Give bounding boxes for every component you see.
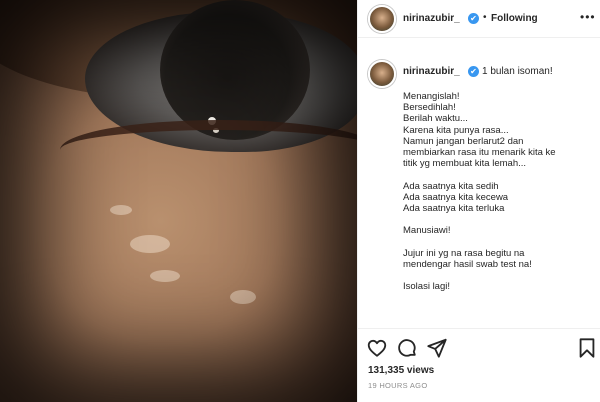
verified-badge-icon: ✔ [468, 66, 479, 77]
verified-badge-icon: ✔ [468, 13, 479, 24]
post-actions: 131,335 views 19 HOURS AGO [358, 328, 600, 402]
heart-icon[interactable] [366, 337, 388, 359]
bookmark-icon[interactable] [576, 337, 598, 359]
share-icon[interactable] [426, 337, 448, 359]
more-options-icon[interactable]: ••• [580, 10, 596, 24]
caption-line [403, 237, 595, 248]
post-side-panel: nirinazubir_ ✔ • Following ••• nirinazub… [357, 0, 600, 402]
comment-icon[interactable] [396, 337, 418, 359]
following-button[interactable]: Following [491, 13, 538, 24]
caption-line: Karena kita punya rasa... [403, 124, 509, 136]
caption-author-username[interactable]: nirinazubir_ [403, 66, 460, 77]
caption-first-line: 1 bulan isoman! [482, 66, 553, 77]
caption-comment: nirinazubir_ ✔ 1 bulan isoman! Menangisl… [358, 38, 600, 328]
photo-vignette [0, 0, 357, 402]
caption-author-avatar[interactable] [368, 60, 396, 88]
caption-line: Ada saatnya kita kecewa [403, 191, 509, 203]
caption-line: Isolasi lagi! [403, 281, 450, 293]
caption-text: Menangislah! Bersedihlah! Berilah waktu.… [403, 91, 595, 293]
caption-line: membiarkan rasa itu menarik kita ke [403, 147, 556, 159]
caption-line: Namun jangan berlarut2 dan [403, 135, 524, 147]
caption-line: Menangislah! [403, 91, 460, 102]
caption-line: titik yg membuat kita lemah... [403, 158, 527, 170]
view-count[interactable]: 131,335 views [368, 365, 434, 376]
caption-line: Bersedihlah! [403, 102, 456, 114]
author-username[interactable]: nirinazubir_ [403, 13, 460, 24]
header-separator: • [483, 12, 487, 23]
caption-line: Ada saatnya kita terluka [403, 203, 505, 215]
caption-line: mendengar hasil swab test na! [403, 259, 532, 270]
post-timestamp[interactable]: 19 HOURS AGO [368, 381, 427, 390]
author-avatar[interactable] [368, 5, 396, 33]
post-header: nirinazubir_ ✔ • Following ••• [358, 0, 600, 38]
post-photo[interactable] [0, 0, 357, 402]
caption-line [403, 270, 595, 281]
caption-line: Manusiawi! [403, 225, 451, 237]
caption-line [403, 214, 595, 225]
caption-line: Ada saatnya kita sedih [403, 180, 499, 192]
caption-line: Jujur ini yg na rasa begitu na [403, 247, 525, 259]
caption-line: Berilah waktu... [403, 113, 468, 125]
caption-line [403, 169, 595, 180]
